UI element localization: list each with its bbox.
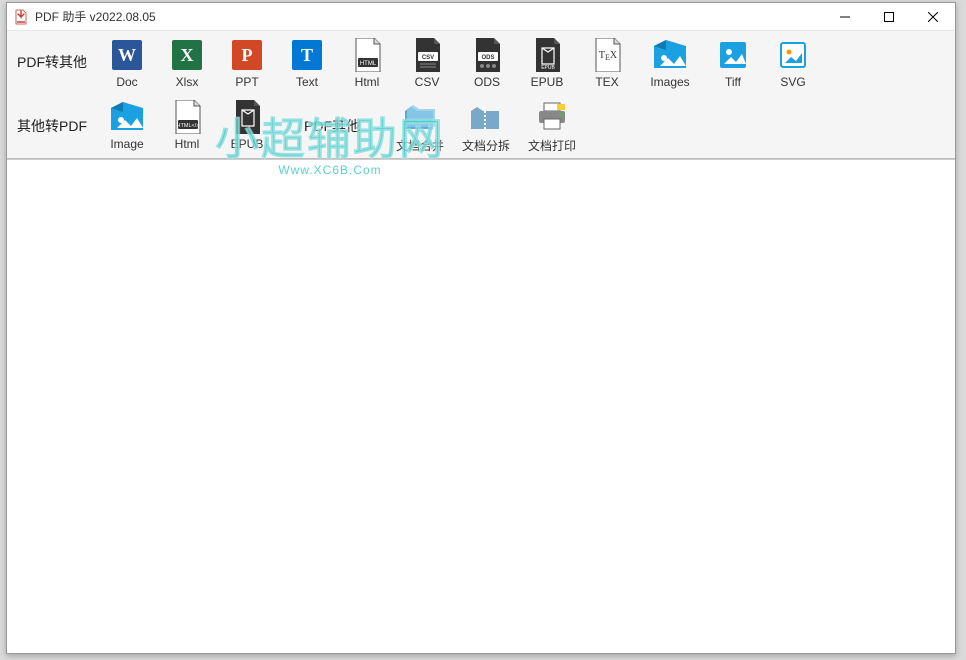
word-icon: W xyxy=(109,37,145,73)
tool-image-to-pdf[interactable]: Image xyxy=(98,97,156,153)
folder-split-icon xyxy=(468,99,504,135)
tool-epub-to-pdf[interactable]: EPUB xyxy=(218,97,276,153)
tool-tiff[interactable]: Tiff xyxy=(704,35,762,91)
row1-tools: W Doc X Xlsx xyxy=(97,31,823,93)
svg-text:P: P xyxy=(242,45,253,65)
row2b-label: PDF其他 xyxy=(277,93,387,158)
tool-html[interactable]: HTML Html xyxy=(338,35,396,91)
html-icon: HTML</> xyxy=(169,99,205,135)
tool-svg[interactable]: SVG xyxy=(764,35,822,91)
tiff-icon xyxy=(715,37,751,73)
ods-icon: ODS xyxy=(469,37,505,73)
row2b-tools: 文档合并 文档分拆 xyxy=(387,93,585,158)
row-pdf-to-other: PDF转其他 W Doc X xyxy=(7,31,955,93)
tool-html-to-pdf[interactable]: HTML</> Html xyxy=(158,97,216,153)
svg-text:X: X xyxy=(181,45,194,65)
content-area xyxy=(7,159,955,653)
svg-text:W: W xyxy=(118,45,136,65)
title-bar: PDF 助手 v2022.08.05 xyxy=(7,3,955,31)
tool-xlsx[interactable]: X Xlsx xyxy=(158,35,216,91)
epub-icon xyxy=(229,99,265,135)
row2a-tools: Image HTML</> Html xyxy=(97,93,277,158)
app-icon xyxy=(13,9,29,25)
tool-split[interactable]: 文档分拆 xyxy=(454,97,518,156)
images-icon xyxy=(652,37,688,73)
minimize-button[interactable] xyxy=(823,3,867,30)
svg-text:ODS: ODS xyxy=(481,55,494,61)
window-title: PDF 助手 v2022.08.05 xyxy=(35,8,823,25)
powerpoint-icon: P xyxy=(229,37,265,73)
app-window: PDF 助手 v2022.08.05 PDF转其他 xyxy=(6,2,956,654)
tex-icon: TEX xyxy=(589,37,625,73)
printer-icon xyxy=(534,99,570,135)
text-icon: T xyxy=(289,37,325,73)
tool-images[interactable]: Images xyxy=(638,35,702,91)
tool-doc[interactable]: W Doc xyxy=(98,35,156,91)
image-icon xyxy=(109,99,145,135)
excel-icon: X xyxy=(169,37,205,73)
tool-print[interactable]: 文档打印 xyxy=(520,97,584,156)
close-button[interactable] xyxy=(911,3,955,30)
svg-icon xyxy=(775,37,811,73)
tool-tex[interactable]: TEX TEX xyxy=(578,35,636,91)
csv-icon: CSV xyxy=(409,37,445,73)
toolbar: PDF转其他 W Doc X xyxy=(7,31,955,159)
svg-text:HTML: HTML xyxy=(360,61,377,67)
folder-merge-icon xyxy=(402,99,438,135)
svg-text:CSV: CSV xyxy=(422,55,434,61)
tool-csv[interactable]: CSV CSV xyxy=(398,35,456,91)
row-second: 其他转PDF Image xyxy=(7,93,955,158)
maximize-button[interactable] xyxy=(867,3,911,30)
tool-merge[interactable]: 文档合并 xyxy=(388,97,452,156)
tool-ppt[interactable]: P PPT xyxy=(218,35,276,91)
svg-text:EPUB: EPUB xyxy=(541,65,555,71)
tool-ods[interactable]: ODS ODS xyxy=(458,35,516,91)
html-icon: HTML xyxy=(349,37,385,73)
svg-text:T: T xyxy=(301,45,313,65)
tool-epub[interactable]: EPUB EPUB xyxy=(518,35,576,91)
epub-icon: EPUB xyxy=(529,37,565,73)
window-controls xyxy=(823,3,955,30)
row1-label: PDF转其他 xyxy=(7,31,97,93)
row2a-label: 其他转PDF xyxy=(7,93,97,158)
tool-text[interactable]: T Text xyxy=(278,35,336,91)
svg-text:HTML</>: HTML</> xyxy=(177,123,200,129)
